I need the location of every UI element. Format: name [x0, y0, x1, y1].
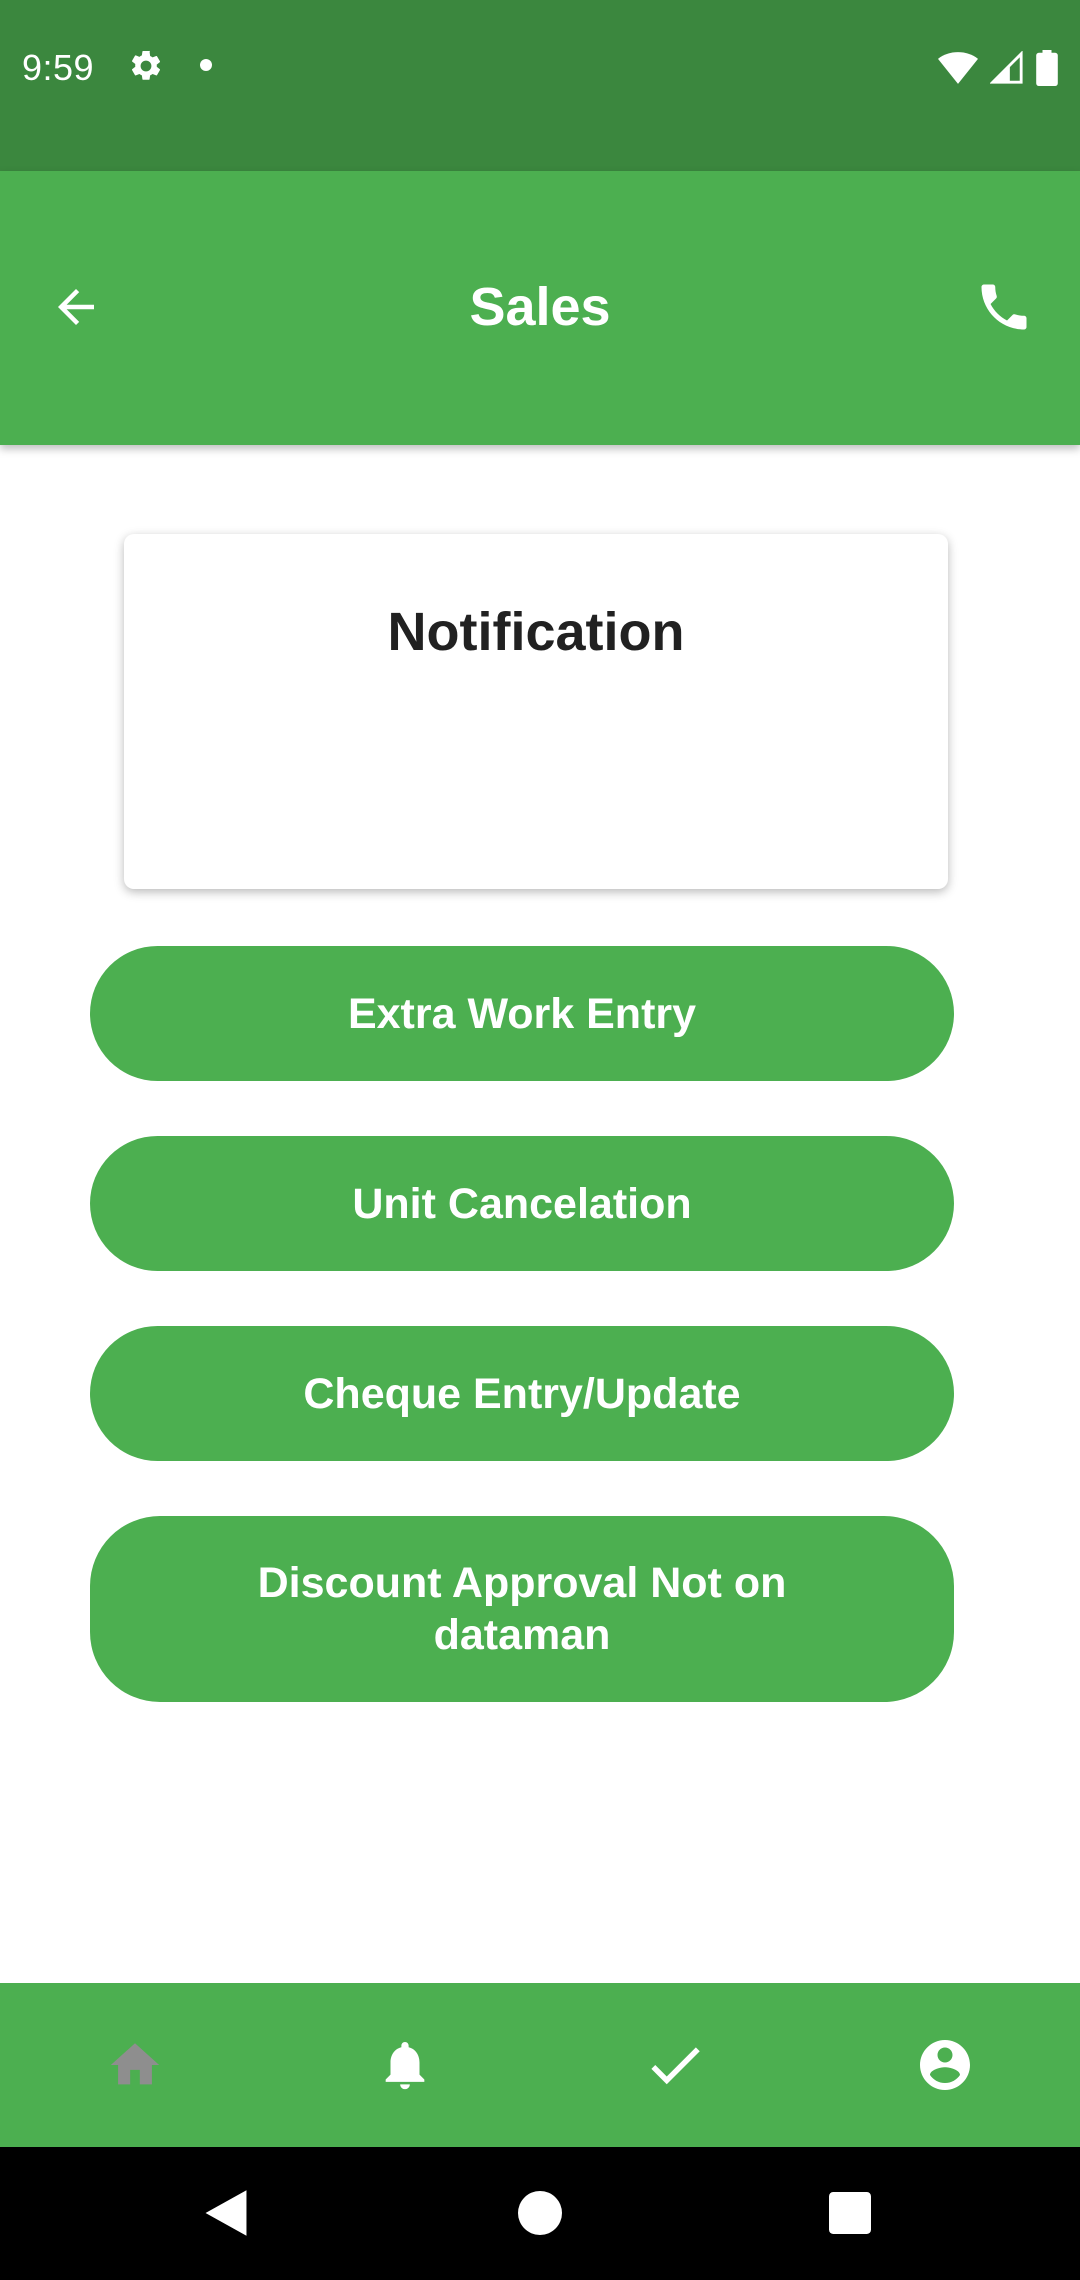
notification-dot-icon [200, 59, 212, 71]
status-icons [938, 48, 1058, 88]
extra-work-entry-button[interactable]: Extra Work Entry [90, 946, 954, 1081]
square-recents-icon [829, 2192, 871, 2234]
cell-signal-icon [990, 51, 1023, 84]
system-navigation-bar [0, 2147, 1080, 2280]
home-icon [110, 2043, 160, 2085]
phone-icon [981, 284, 1027, 330]
system-recents-button[interactable] [810, 2173, 890, 2253]
status-time: 9:59 [22, 47, 95, 88]
battery-icon [1036, 50, 1058, 86]
notification-card[interactable]: Notification [124, 534, 948, 889]
status-bar: 9:59 [0, 0, 1080, 171]
app-bar: Sales [0, 171, 1080, 445]
call-button[interactable] [968, 271, 1040, 343]
circle-home-icon [518, 2191, 562, 2235]
account-circle-icon [920, 2040, 970, 2090]
unit-cancelation-button[interactable]: Unit Cancelation [90, 1136, 954, 1271]
system-back-button[interactable] [186, 2173, 266, 2253]
discount-approval-button[interactable]: Discount Approval Not on dataman [90, 1516, 954, 1702]
nav-item-home[interactable] [0, 1983, 270, 2147]
nav-item-profile[interactable] [810, 1983, 1080, 2147]
notification-title: Notification [387, 602, 685, 662]
nav-item-approvals[interactable] [540, 1983, 810, 2147]
bell-icon [385, 2042, 425, 2090]
cheque-entry-update-button[interactable]: Cheque Entry/Update [90, 1326, 954, 1461]
triangle-back-icon [205, 2190, 247, 2236]
check-icon [651, 2047, 700, 2085]
page-title: Sales [469, 277, 611, 337]
gear-icon [131, 50, 161, 80]
system-home-button[interactable] [500, 2173, 580, 2253]
wifi-icon [938, 52, 978, 84]
nav-item-notifications[interactable] [270, 1983, 540, 2147]
bottom-navigation [0, 1983, 1080, 2147]
